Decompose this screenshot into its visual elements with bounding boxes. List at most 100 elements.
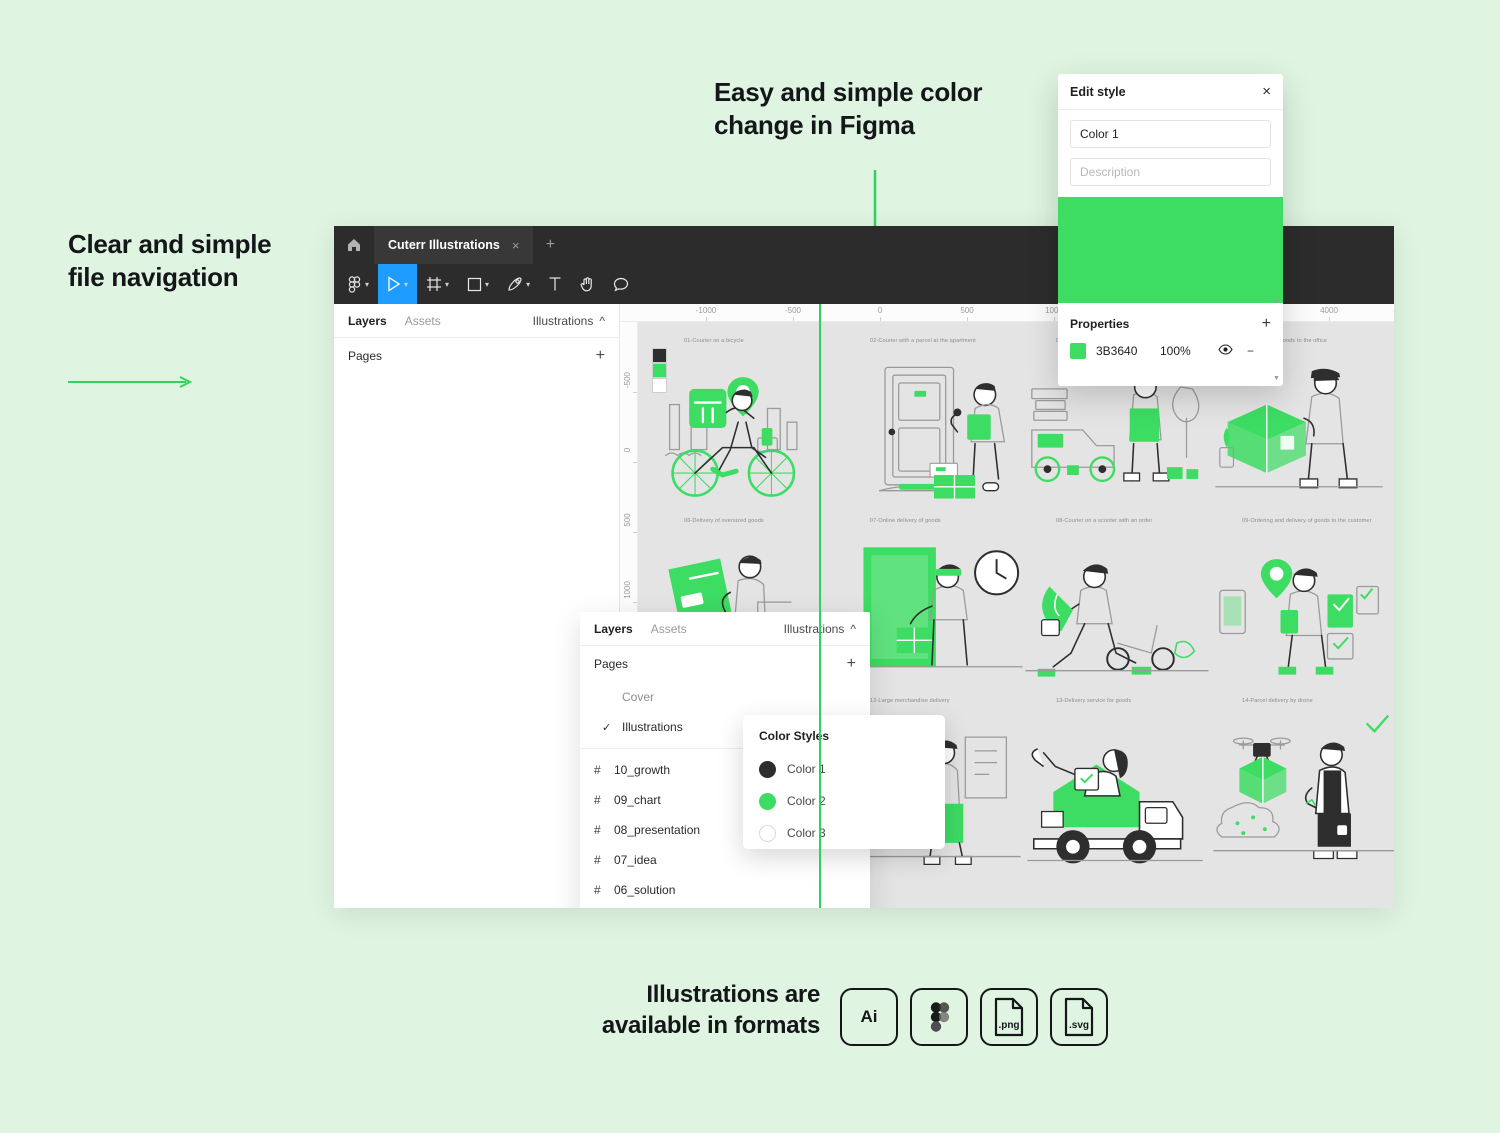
property-color-swatch[interactable] — [1070, 343, 1086, 359]
ruler-tick-h: -500 — [784, 306, 802, 315]
chevron-down-icon: ▾ — [365, 279, 370, 289]
illustration-cell[interactable]: 01-Courier on a bicycle — [652, 336, 838, 514]
frame-icon: # — [594, 883, 601, 897]
illustration-label: 07-Online delivery of goods — [870, 518, 941, 524]
ruler-tick-h: 500 — [960, 306, 974, 315]
ruler-mark — [633, 532, 637, 533]
format-badge-svg: .svg — [1050, 988, 1108, 1046]
scroll-down-icon[interactable]: ▼ — [1273, 375, 1280, 382]
left-panel-background: Layers Assets Illustrations ^ Pages + — [334, 304, 620, 908]
edit-style-panel[interactable]: Edit style × Color 1 Description Propert… — [1058, 74, 1283, 386]
illustration-artwork — [652, 350, 838, 510]
add-page-button[interactable]: + — [847, 655, 856, 673]
color-style-item[interactable]: Color 1 — [759, 753, 945, 785]
ruler-mark — [1329, 317, 1330, 321]
panel-tabs-background: Layers Assets Illustrations ^ — [334, 304, 619, 338]
frame-list-item[interactable]: #07_idea — [580, 845, 870, 875]
color-preview-swatch[interactable] — [1058, 197, 1283, 303]
property-hex-value[interactable]: 3B3640 — [1096, 344, 1160, 358]
ruler-mark — [633, 392, 637, 393]
page-selector-label: Illustrations — [532, 313, 594, 328]
layers-panel-tabs: Layers Assets Illustrations ^ — [580, 612, 870, 646]
text-tool-icon[interactable] — [539, 264, 571, 304]
chevron-up-icon: ^ — [850, 621, 856, 636]
hand-tool-icon[interactable] — [571, 264, 604, 304]
home-icon[interactable] — [334, 226, 374, 264]
close-icon[interactable]: × — [1262, 84, 1271, 99]
add-page-button[interactable]: + — [596, 347, 605, 365]
illustration-label: 09-Ordering and delivery of goods to the… — [1242, 518, 1372, 524]
new-tab-button[interactable]: + — [533, 226, 567, 264]
shape-tool-icon[interactable]: ▾ — [458, 264, 498, 304]
property-row: 3B3640 100% − — [1058, 333, 1283, 359]
tab-layers[interactable]: Layers — [594, 622, 633, 636]
ruler-tick-v: 0 — [623, 447, 632, 453]
move-tool-icon[interactable]: ▾ — [378, 264, 418, 304]
comment-tool-icon[interactable] — [604, 264, 638, 304]
chevron-down-icon: ▾ — [485, 279, 490, 289]
chevron-down-icon: ▾ — [526, 279, 531, 289]
color-styles-popup[interactable]: Color Styles Color 1 Color 2 Color 3 — [743, 715, 945, 849]
remove-property-button[interactable]: − — [1247, 344, 1254, 358]
ruler-mark — [967, 317, 968, 321]
file-tab-label: Cuterr Illustrations — [388, 238, 500, 252]
page-selector-background[interactable]: Illustrations ^ — [533, 314, 605, 328]
ruler-mark — [633, 462, 637, 463]
page-list-item-label: Cover — [622, 690, 655, 704]
illustration-cell[interactable]: 13-Delivery service for goods — [1024, 696, 1210, 874]
tab-assets[interactable]: Assets — [405, 314, 441, 328]
frame-list-item-label: 10_growth — [614, 763, 671, 777]
file-tab[interactable]: Cuterr Illustrations × — [374, 226, 534, 264]
frame-list-item-label: 08_presentation — [614, 823, 701, 837]
figma-menu-icon[interactable]: ▾ — [338, 264, 378, 304]
frame-list-item[interactable]: #05_contract — [580, 905, 870, 908]
eye-icon[interactable] — [1218, 344, 1233, 358]
ruler-mark — [706, 317, 707, 321]
add-property-button[interactable]: + — [1262, 315, 1271, 333]
check-icon: ✓ — [602, 721, 612, 734]
frame-list-item-label: 06_solution — [614, 883, 676, 897]
frame-icon: # — [594, 793, 601, 807]
frame-icon: # — [594, 823, 601, 837]
property-opacity-value[interactable]: 100% — [1160, 344, 1216, 358]
ruler-tick-h: 0 — [877, 306, 883, 315]
frame-list-item-label: 09_chart — [614, 793, 661, 807]
color-style-swatch — [759, 792, 776, 810]
illustration-cell[interactable]: 14-Parcel delivery by drone — [1210, 696, 1394, 874]
illustration-artwork — [1024, 530, 1210, 690]
edit-style-title: Edit style — [1070, 84, 1126, 99]
ruler-mark — [880, 317, 881, 321]
color-styles-list: Color 1 Color 2 Color 3 — [759, 753, 945, 849]
style-name-field[interactable]: Color 1 — [1070, 120, 1271, 148]
illustration-cell[interactable]: 09-Ordering and delivery of goods to the… — [1210, 516, 1394, 694]
scroll-up-icon[interactable]: ▲ — [1273, 298, 1280, 305]
ruler-mark — [1054, 317, 1055, 321]
edit-style-header: Edit style × — [1058, 74, 1283, 110]
frame-tool-icon[interactable]: ▾ — [417, 264, 458, 304]
tab-assets[interactable]: Assets — [651, 622, 687, 636]
format-badges: Ai .png .svg — [840, 988, 1108, 1046]
headline-formats: Illustrations are available in formats — [601, 981, 820, 1039]
pages-label: Pages — [348, 349, 383, 363]
ruler-tick-v: 1000 — [623, 581, 632, 599]
page-list-item[interactable]: Cover — [580, 682, 870, 712]
panel-scrollbar[interactable]: ▲ ▼ — [1272, 298, 1281, 382]
ruler-mark — [793, 317, 794, 321]
ruler-tick-h: -1000 — [695, 306, 717, 315]
chevron-down-icon: ▾ — [404, 279, 409, 289]
color-style-swatch — [759, 760, 776, 778]
pages-label: Pages — [594, 657, 629, 671]
style-description-field[interactable]: Description — [1070, 158, 1271, 186]
tab-layers[interactable]: Layers — [348, 314, 387, 328]
close-icon[interactable]: × — [512, 238, 520, 253]
frame-list-item[interactable]: #06_solution — [580, 875, 870, 905]
color-styles-title: Color Styles — [759, 729, 830, 743]
illustration-cell[interactable]: 08-Courier on a scooter with an order — [1024, 516, 1210, 694]
headline-color-change: Easy and simple color change in Figma — [714, 77, 983, 141]
color-style-item[interactable]: Color 2 — [759, 785, 945, 817]
pen-tool-icon[interactable]: ▾ — [498, 264, 539, 304]
color-style-item[interactable]: Color 3 — [759, 817, 945, 849]
format-badge-ai: Ai — [840, 988, 898, 1046]
illustration-cell[interactable]: 02-Courier with a parcel at the apartmen… — [838, 336, 1024, 514]
ruler-tick-v: -500 — [623, 371, 632, 389]
